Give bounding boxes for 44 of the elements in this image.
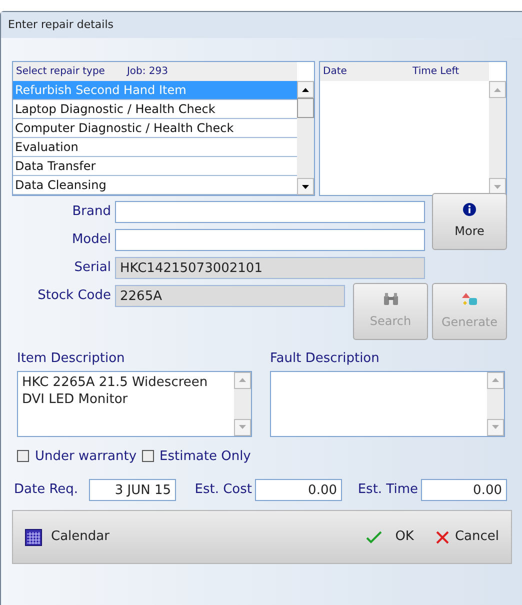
shapes-icon — [462, 292, 478, 306]
down-arrow-icon — [239, 425, 246, 429]
down-arrow-icon — [494, 184, 501, 188]
field-label: Stock Code — [36, 287, 111, 306]
down-arrow-icon — [492, 425, 499, 429]
field-label: Serial — [73, 259, 111, 278]
checkbox[interactable] — [142, 450, 154, 462]
cancel-button[interactable]: Cancel — [436, 527, 499, 547]
up-arrow-icon — [492, 378, 499, 382]
binoculars-icon — [382, 293, 398, 306]
ok-button[interactable]: OK — [366, 527, 414, 547]
field-label: Item Description — [17, 350, 126, 368]
checkbox-label: Under warranty — [35, 448, 137, 466]
field-label: Date Req. — [14, 481, 80, 500]
close-icon — [436, 530, 449, 544]
scroll-thumb[interactable] — [297, 98, 314, 118]
time-field[interactable]: 0.00 — [421, 479, 507, 501]
cost-field[interactable]: 0.00 — [255, 479, 342, 501]
window-title: Enter repair details — [8, 16, 114, 33]
calendar-icon — [25, 528, 42, 546]
date-field[interactable]: 3 JUN 15 — [89, 479, 176, 501]
field-label: Brand — [71, 203, 111, 222]
up-arrow-icon — [494, 88, 501, 92]
checkbox[interactable] — [17, 450, 29, 462]
scroll-down-button[interactable] — [297, 178, 314, 195]
checkbox-label: Estimate Only — [160, 448, 251, 466]
field-label: Est. Time — [356, 481, 419, 500]
scroll-up-button[interactable] — [297, 81, 314, 98]
up-arrow-icon — [239, 378, 246, 382]
column-header: Select repair type — [16, 65, 105, 79]
down-arrow-icon — [302, 184, 309, 188]
job-number: Job: 293 — [126, 65, 168, 79]
field-label: Model — [70, 231, 111, 250]
field-label: Est. Cost — [194, 481, 253, 500]
check-icon — [366, 530, 382, 544]
info-icon — [463, 203, 476, 216]
column-header: Time Left — [412, 65, 459, 79]
calendar-button[interactable]: Calendar — [25, 527, 110, 547]
text-field[interactable] — [115, 201, 425, 223]
more-button[interactable]: More — [432, 193, 507, 250]
up-arrow-icon — [302, 88, 309, 92]
field-label: Fault Description — [270, 350, 380, 368]
text-field[interactable] — [115, 229, 425, 251]
column-header: Date — [323, 65, 347, 79]
